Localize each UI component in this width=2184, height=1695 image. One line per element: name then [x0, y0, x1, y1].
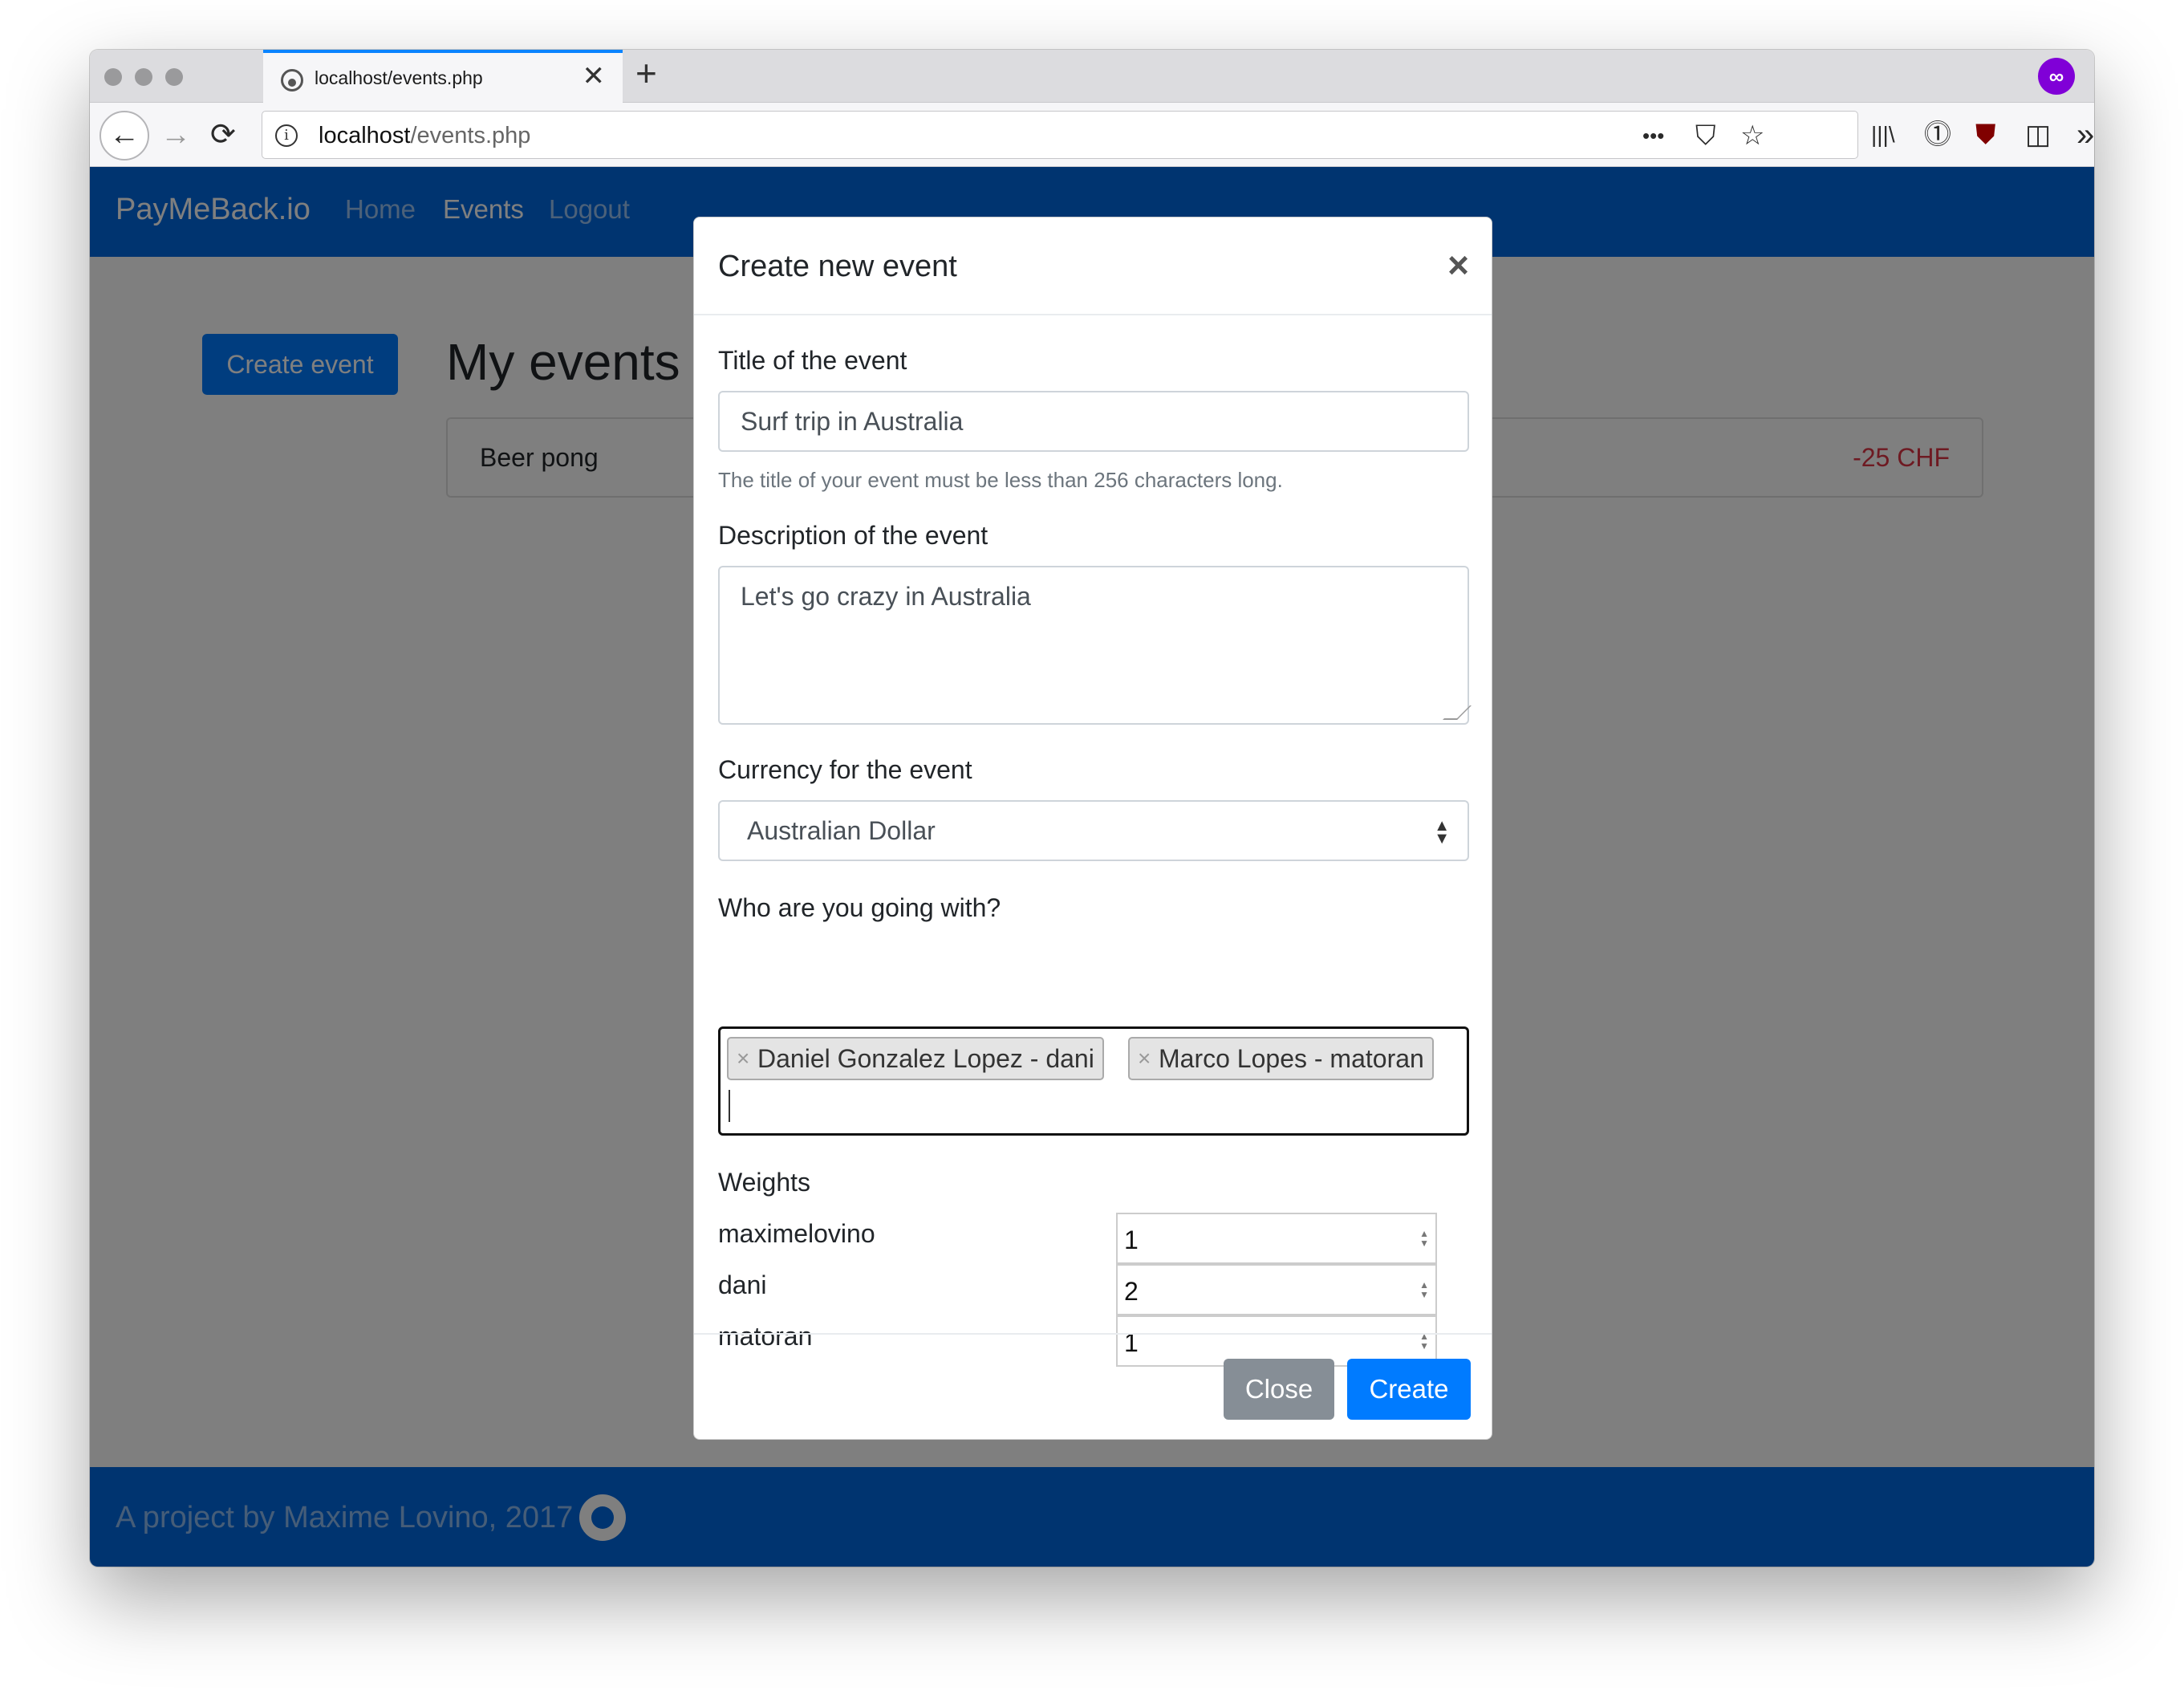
participants-label: Who are you going with? — [718, 893, 1001, 922]
page-actions-icon[interactable]: ••• — [1642, 118, 1664, 153]
description-textarea[interactable]: Let's go crazy in Australia — [718, 566, 1472, 725]
private-browsing-icon: ∞ — [2038, 58, 2075, 95]
create-button[interactable]: Create — [1347, 1359, 1471, 1420]
url-host: localhost — [319, 123, 411, 148]
browser-window: localhost/events.php ✕ + ∞ ← → ⟳ i local… — [90, 50, 2094, 1567]
title-help-text: The title of your event must be less tha… — [718, 468, 1283, 492]
spinner-arrows-icon[interactable]: ▲ ▼ — [1419, 1280, 1429, 1299]
description-value: Let's go crazy in Australia — [741, 582, 1031, 611]
browser-toolbar: ← → ⟳ i localhost/events.php ••• ⛉ ☆ |||… — [90, 103, 2094, 167]
weights-label: Weights — [718, 1168, 811, 1197]
weight-value: 1 — [1124, 1226, 1139, 1254]
tab-bar: localhost/events.php ✕ + ∞ — [90, 50, 2094, 104]
currency-selected-value: Australian Dollar — [747, 816, 936, 845]
url-path: /events.php — [410, 123, 531, 148]
participant-tag: × Daniel Gonzalez Lopez - dani — [727, 1037, 1104, 1080]
modal-footer: Close Create — [694, 1333, 1492, 1441]
text-caret — [729, 1090, 730, 1122]
title-input[interactable]: Surf trip in Australia — [718, 391, 1469, 452]
weight-value: 2 — [1124, 1277, 1139, 1306]
url-bar[interactable]: i localhost/events.php ••• ⛉ ☆ — [262, 111, 1858, 159]
bookmark-star-icon[interactable]: ☆ — [1740, 118, 1764, 153]
spinner-arrows-icon[interactable]: ▲ ▼ — [1419, 1229, 1429, 1248]
participant-tag-label: Daniel Gonzalez Lopez - dani — [757, 1044, 1094, 1073]
weight-input[interactable]: 1 ▲ ▼ — [1116, 1213, 1437, 1264]
page-content: PayMeBack.io Home Events Logout Create e… — [90, 167, 2094, 1567]
remove-tag-icon[interactable]: × — [1138, 1039, 1151, 1079]
close-button[interactable]: Close — [1224, 1359, 1334, 1420]
participants-multiselect[interactable]: × Daniel Gonzalez Lopez - dani × Marco L… — [718, 1026, 1469, 1136]
onepassword-icon[interactable]: ⓵ — [1924, 114, 1951, 156]
participant-tag: × Marco Lopes - matoran — [1128, 1037, 1434, 1080]
sidebar-icon[interactable]: ◫ — [2025, 114, 2051, 156]
tab-close-icon[interactable]: ✕ — [583, 63, 606, 90]
browser-tab[interactable]: localhost/events.php ✕ — [263, 50, 623, 104]
url-text[interactable]: localhost/events.php — [319, 123, 530, 149]
weight-user-name: dani — [718, 1270, 767, 1299]
remove-tag-icon[interactable]: × — [737, 1039, 749, 1079]
site-info-icon[interactable]: i — [275, 124, 298, 147]
pocket-icon[interactable]: ⛉ — [1695, 118, 1716, 153]
create-event-modal: Create new event × Title of the event Su… — [693, 217, 1492, 1440]
ublock-icon[interactable]: ⛊ — [1975, 114, 1996, 156]
reload-button[interactable]: ⟳ — [210, 114, 236, 156]
new-tab-icon[interactable]: + — [635, 55, 657, 91]
forward-button[interactable]: → — [160, 114, 191, 156]
currency-select[interactable]: Australian Dollar ▲ ▼ — [718, 800, 1469, 861]
close-window-button[interactable] — [104, 68, 122, 86]
resize-handle-icon[interactable] — [1443, 705, 1472, 720]
participant-tag-label: Marco Lopes - matoran — [1159, 1044, 1424, 1073]
modal-title: Create new event — [718, 250, 957, 283]
currency-label: Currency for the event — [718, 755, 972, 784]
weight-user-name: maximelovino — [718, 1219, 875, 1248]
title-input-value: Surf trip in Australia — [741, 407, 964, 436]
minimize-window-button[interactable] — [135, 68, 152, 86]
back-button[interactable]: ← — [99, 111, 149, 161]
zoom-window-button[interactable] — [165, 68, 183, 86]
modal-header: Create new event × — [694, 217, 1492, 315]
description-label: Description of the event — [718, 521, 988, 550]
github-favicon-icon — [281, 69, 303, 91]
library-icon[interactable]: |||\ — [1871, 114, 1895, 156]
select-arrows-icon: ▲ ▼ — [1434, 817, 1450, 848]
title-label: Title of the event — [718, 346, 907, 375]
tab-title: localhost/events.php — [315, 67, 483, 88]
close-icon[interactable]: × — [1447, 246, 1469, 283]
weight-input[interactable]: 2 ▲ ▼ — [1116, 1264, 1437, 1315]
overflow-menu-icon[interactable]: » — [2076, 114, 2094, 156]
